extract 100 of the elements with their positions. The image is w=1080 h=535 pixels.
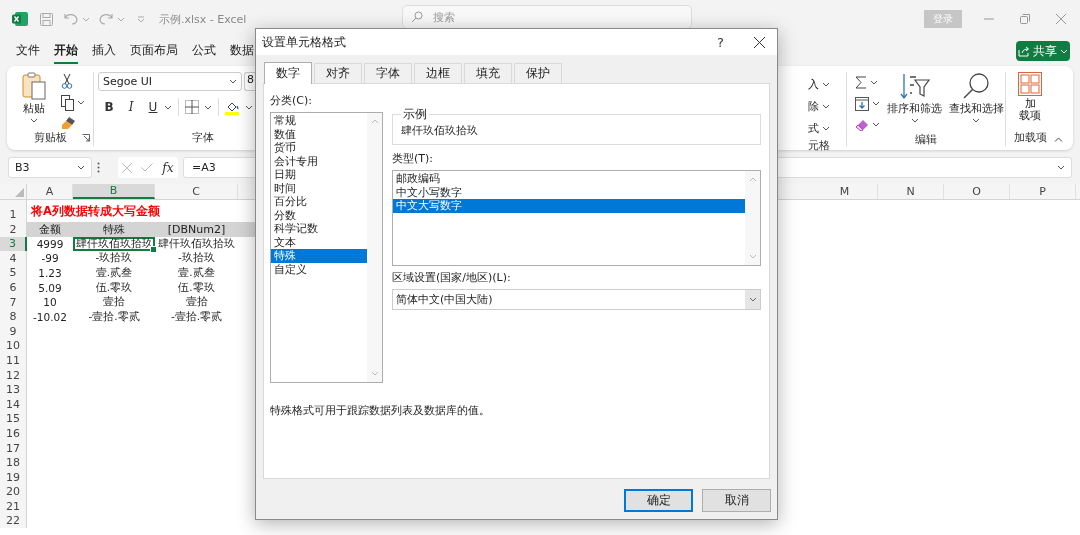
table-cell[interactable]: -壹拾.零贰 — [155, 309, 238, 325]
caret-icon[interactable] — [1057, 165, 1065, 170]
table-cell[interactable]: 壹.贰叁 — [73, 265, 155, 281]
help-button[interactable]: ? — [717, 34, 724, 50]
table-cell[interactable]: 壹拾 — [73, 294, 155, 310]
row-header[interactable]: 9 — [0, 324, 27, 339]
column-header[interactable]: M — [812, 184, 878, 199]
row-header[interactable]: 2 — [0, 222, 27, 237]
underline-button[interactable]: U — [142, 100, 164, 114]
find-select-button[interactable]: 查找和选择 — [947, 72, 1005, 133]
list-box[interactable]: 邮政编码 中文小写数字 中文大写数字 — [392, 170, 761, 266]
table-cell[interactable]: -99 — [27, 251, 73, 266]
list-item[interactable]: 自定义 — [271, 262, 367, 276]
ribbon-tab[interactable]: 文件 — [16, 38, 40, 64]
eraser-icon[interactable] — [855, 118, 869, 131]
more-options-icon[interactable] — [97, 162, 100, 173]
redo-icon[interactable] — [99, 13, 113, 25]
name-box[interactable]: B3 — [8, 157, 92, 178]
fill-down-icon[interactable] — [855, 96, 869, 111]
search-field[interactable]: 搜索 — [402, 5, 692, 29]
table-cell[interactable]: [DBNum2] — [155, 222, 238, 237]
list-item[interactable]: 中文小写数字 — [393, 185, 745, 199]
caret-icon[interactable] — [164, 104, 172, 110]
row-header[interactable]: 1 — [0, 200, 27, 222]
cells-menu-button[interactable]: 除 — [808, 95, 846, 117]
table-cell[interactable]: -壹拾.零贰 — [73, 309, 155, 325]
row-header[interactable]: 6 — [0, 280, 27, 295]
caret-icon[interactable] — [77, 100, 85, 105]
dialog-tab[interactable]: 填充 — [464, 63, 512, 83]
caret-icon[interactable] — [872, 101, 880, 106]
customize-icon[interactable] — [137, 15, 145, 23]
list-item[interactable]: 时间 — [271, 181, 367, 195]
table-cell[interactable]: 特殊 — [73, 222, 155, 237]
column-header[interactable]: P — [1010, 184, 1076, 199]
ribbon-tab[interactable]: 公式 — [192, 38, 216, 64]
list-item[interactable]: 常规 — [271, 114, 367, 128]
italic-button[interactable]: I — [120, 100, 142, 114]
list-item[interactable]: 百分比 — [271, 195, 367, 209]
collapse-ribbon-icon[interactable] — [1054, 137, 1063, 142]
save-icon[interactable] — [40, 12, 53, 26]
row-header[interactable]: 21 — [0, 499, 27, 514]
sort-filter-button[interactable]: 排序和筛选 — [886, 72, 944, 133]
column-header[interactable]: O — [944, 184, 1010, 199]
table-cell[interactable]: -玖拾玖 — [155, 251, 238, 266]
dialog-tab[interactable]: 字体 — [364, 63, 412, 83]
row-header[interactable]: 16 — [0, 426, 27, 441]
close-icon[interactable] — [754, 36, 765, 48]
table-cell[interactable]: 金额 — [27, 222, 73, 237]
table-cell[interactable]: 4999 — [27, 236, 73, 252]
list-item[interactable]: 数值 — [271, 127, 367, 141]
table-cell[interactable]: 伍.零玖 — [155, 280, 238, 295]
share-button[interactable]: 共享 — [1016, 41, 1070, 61]
add-ins-button[interactable]: 加 载项 — [1018, 72, 1042, 130]
undo-icon[interactable] — [64, 13, 78, 25]
list-item[interactable]: 科学记数 — [271, 222, 367, 236]
restore-icon[interactable] — [1020, 14, 1030, 24]
list-item[interactable]: 日期 — [271, 168, 367, 182]
caret-icon[interactable] — [204, 104, 212, 110]
ribbon-tab[interactable]: 开始 — [54, 38, 78, 64]
table-cell[interactable]: 1.23 — [27, 265, 73, 281]
list-box[interactable]: 常规 数值 货币 会计专用 日期 时间 百分比 分数 科学记数 文本 特殊 自定义 — [270, 112, 383, 383]
column-header[interactable]: C — [155, 184, 238, 199]
list-item[interactable]: 文本 — [271, 235, 367, 249]
ribbon-tab[interactable]: 页面布局 — [130, 38, 178, 64]
table-cell[interactable]: -10.02 — [27, 309, 73, 325]
table-cell[interactable]: 10 — [27, 294, 73, 310]
list-item[interactable]: 货币 — [271, 141, 367, 155]
dialog-tab[interactable]: 保护 — [514, 63, 562, 83]
locale-dropdown[interactable]: 简体中文(中国大陆) — [392, 289, 761, 310]
table-cell[interactable]: 5.09 — [27, 280, 73, 295]
copy-icon[interactable] — [61, 94, 74, 111]
table-cell[interactable]: 伍.零玖 — [73, 280, 155, 295]
caret-icon[interactable] — [870, 80, 878, 85]
table-cell[interactable]: 壹.贰叁 — [155, 265, 238, 281]
dialog-tab[interactable]: 对齐 — [314, 63, 362, 83]
borders-icon[interactable] — [185, 100, 199, 114]
row-header[interactable]: 14 — [0, 397, 27, 412]
format-painter-icon[interactable] — [61, 116, 76, 130]
insert-function-button[interactable]: fx — [162, 160, 174, 175]
cancel-button[interactable]: 取消 — [702, 489, 771, 512]
dialog-tab[interactable]: 边框 — [414, 63, 462, 83]
table-cell[interactable] — [238, 222, 255, 237]
cells-menu-button[interactable]: 式 — [808, 117, 846, 139]
font-name-dropdown[interactable]: Segoe UI — [98, 72, 242, 91]
list-item[interactable]: 邮政编码 — [393, 172, 745, 186]
fill-handle[interactable] — [150, 246, 157, 254]
caret-icon[interactable] — [872, 122, 880, 127]
column-header[interactable]: B — [73, 184, 155, 199]
cells-menu-button[interactable]: 入 — [808, 73, 846, 95]
row-header[interactable]: 11 — [0, 353, 27, 368]
check-icon[interactable] — [141, 163, 154, 172]
ribbon-tab[interactable]: 插入 — [92, 38, 116, 64]
ok-button[interactable]: 确定 — [624, 489, 693, 512]
ribbon-tab[interactable]: 数据 — [230, 38, 254, 64]
dialog-launcher-icon[interactable] — [82, 134, 90, 142]
list-item[interactable]: 分数 — [271, 208, 367, 222]
caret-icon[interactable] — [245, 104, 253, 110]
table-cell[interactable]: 壹拾 — [155, 294, 238, 310]
row-header[interactable]: 19 — [0, 470, 27, 485]
paste-button[interactable]: 粘贴 — [7, 72, 61, 130]
